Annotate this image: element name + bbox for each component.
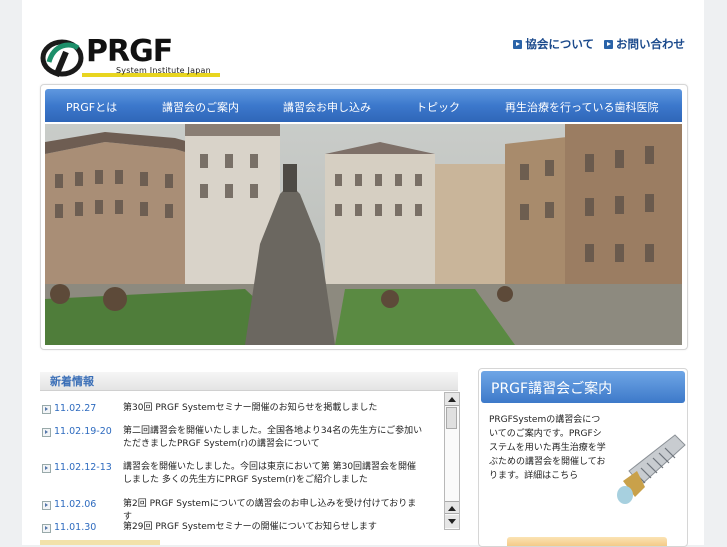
contact-link-label: お問い合わせ — [616, 37, 685, 51]
arrow-square-icon — [42, 501, 51, 510]
nav-item-topics[interactable]: トピック — [416, 99, 460, 115]
news-text[interactable]: 講習会を開催いたしました。今回は東京において第 第30回講習会を開催しました 多… — [123, 461, 423, 487]
hero-city-photo — [45, 124, 682, 345]
news-text[interactable]: 第29回 PRGF Systemセミナーの開催についてお知らせします — [123, 521, 423, 534]
news-list: 11.02.27 第30回 PRGF Systemセミナー開催のお知らせを掲載し… — [40, 395, 442, 545]
scroll-up-icon[interactable] — [445, 501, 459, 514]
seminar-panel: PRGF講習会ご案内 PRGFSystemの講習会についてのご案内です。PRGF… — [478, 368, 688, 547]
news-text[interactable]: 第二回講習会を開催いたしました。全国各地より34名の先生方にご参加いただきました… — [123, 425, 423, 451]
arrow-square-icon — [513, 39, 523, 49]
news-date: 11.02.12-13 — [54, 462, 112, 473]
about-link[interactable]: 協会について — [513, 36, 594, 52]
nav-item-prgf[interactable]: PRGFとは — [66, 99, 117, 115]
seminar-more-button[interactable] — [507, 537, 667, 546]
news-text[interactable]: 第30回 PRGF Systemセミナー開催のお知らせを掲載しました — [123, 402, 423, 415]
news-date: 11.02.06 — [54, 499, 97, 510]
news-title: 新着情報 — [50, 375, 94, 388]
news-date: 11.01.30 — [54, 522, 97, 533]
logo-wordmark: PRGF — [86, 34, 173, 69]
seminar-panel-text: PRGFSystemの講習会についてのご案内です。PRGFシステムを用いた再生治… — [489, 415, 606, 481]
about-link-label: 協会について — [525, 37, 594, 51]
arrow-square-icon — [42, 405, 51, 414]
news-scrollbar[interactable] — [444, 392, 460, 530]
seminar-panel-title: PRGF講習会ご案内 — [491, 381, 613, 397]
logo-subtitle: System Institute Japan — [116, 66, 211, 75]
nav-item-seminar-apply[interactable]: 講習会お申し込み — [283, 99, 371, 115]
news-date: 11.02.19-20 — [54, 426, 112, 437]
scroll-down-icon[interactable] — [445, 515, 459, 528]
footer-strip — [40, 540, 160, 545]
global-nav: PRGFとは 講習会のご案内 講習会お申し込み トピック 再生治療を行っている歯… — [45, 89, 682, 122]
arrow-square-icon — [604, 39, 613, 49]
news-date: 11.02.27 — [54, 403, 97, 414]
scroll-thumb[interactable] — [446, 407, 457, 429]
nav-item-clinics[interactable]: 再生治療を行っている歯科医院 — [505, 99, 658, 115]
arrow-square-icon — [42, 524, 51, 533]
news-header-bar — [40, 372, 458, 391]
arrow-square-icon — [42, 428, 51, 437]
arrow-square-icon — [42, 464, 51, 473]
seminar-panel-header[interactable]: PRGF講習会ご案内 — [481, 371, 685, 403]
contact-link[interactable]: お問い合わせ — [604, 36, 685, 52]
top-links: 協会について お問い合わせ — [513, 36, 685, 52]
nav-item-seminar-info[interactable]: 講習会のご案内 — [162, 99, 239, 115]
scroll-up-icon[interactable] — [445, 393, 459, 406]
dental-drill-image — [617, 434, 686, 504]
